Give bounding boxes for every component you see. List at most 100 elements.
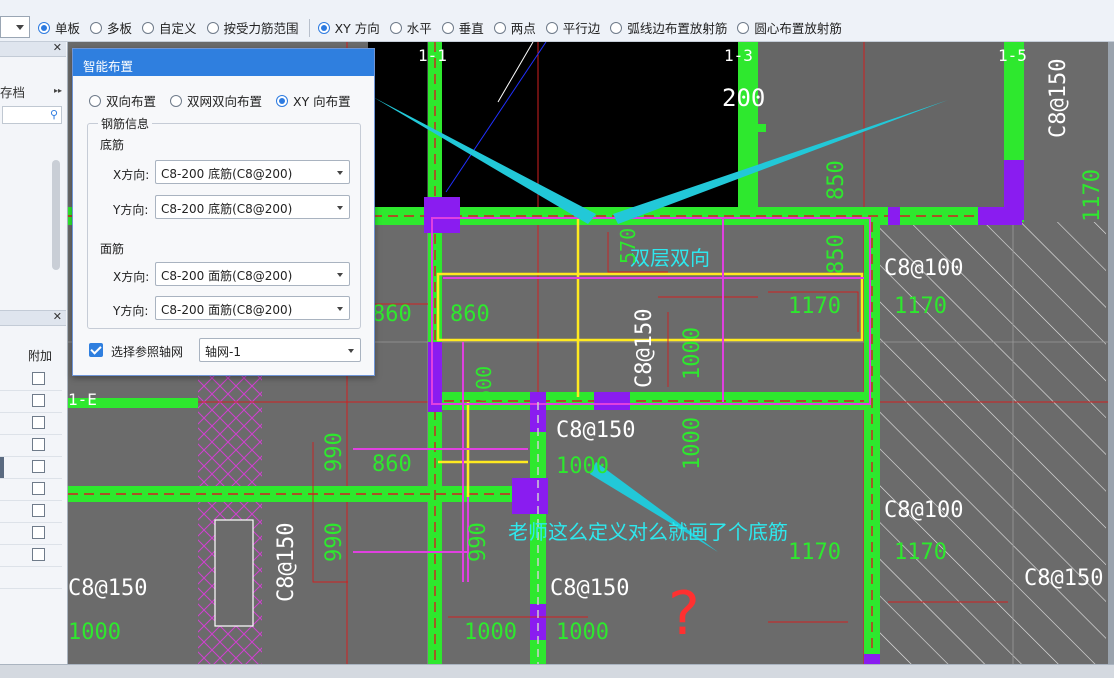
y-direction-label: Y方向: (113, 304, 149, 318)
hatched-slab (880, 222, 1106, 664)
mode-two-way[interactable]: 双向布置 (89, 91, 156, 110)
table-row (0, 523, 62, 545)
search-icon[interactable]: ⚲ (50, 108, 58, 121)
top-toolbar: 单板 多板 自定义 按受力筋范围 XY 方向 水平 垂直 两点 平行边 弧线边布… (0, 0, 1114, 42)
table-row (0, 545, 62, 567)
annotation-question: 老师这么定义对么就画了个底筋 (508, 520, 788, 544)
radio-icon (610, 21, 623, 34)
top-x-select[interactable]: C8-200 面筋(C8@200) (155, 262, 350, 286)
dim-label: 1000 (68, 620, 121, 645)
bottom-rebar-heading: 底筋 (100, 138, 125, 152)
top-dimension: 200 (722, 84, 766, 112)
question-mark: ? (668, 579, 700, 649)
option-xy-direction[interactable]: XY 方向 (317, 18, 380, 37)
wall-label-box (214, 519, 254, 627)
option-center-radial[interactable]: 圆心布置放射筋 (737, 18, 842, 37)
close-icon[interactable]: ✕ (53, 310, 62, 323)
mode-xy[interactable]: XY 向布置 (276, 91, 351, 110)
x-direction-label: X方向: (113, 270, 150, 284)
axis-label-1-E: 1-E (68, 390, 97, 409)
dim-label: 990 (322, 432, 347, 472)
reference-grid-checkbox[interactable] (89, 343, 103, 357)
table-row (0, 501, 62, 523)
rebar-label: C8@150 (68, 576, 148, 601)
grid-select[interactable]: 轴网-1 (199, 338, 361, 362)
checkbox[interactable] (32, 460, 45, 473)
dim-label: 990 (322, 522, 347, 562)
dim-label: 1170 (788, 540, 841, 565)
panel-header: ✕ (0, 41, 66, 57)
dim-label: 1170 (1080, 169, 1105, 222)
table-row (0, 435, 62, 457)
save-button[interactable]: 存档 (0, 82, 25, 101)
option-two-points[interactable]: 两点 (493, 18, 536, 37)
radio-icon (389, 21, 402, 34)
checkbox[interactable] (32, 416, 45, 429)
panel-header-2: ✕ (0, 310, 66, 326)
rebar-info-group: 钢筋信息 底筋 X方向: C8-200 底筋(C8@200) Y方向: C8-2… (87, 115, 361, 329)
dim-label: 1000 (680, 327, 705, 380)
dim-label: 860 (372, 302, 412, 327)
dim-label: 850 (824, 234, 849, 274)
top-y-select[interactable]: C8-200 面筋(C8@200) (155, 296, 350, 320)
dim-label: 600 (472, 365, 496, 402)
radio-icon (317, 21, 330, 34)
expand-icon[interactable]: ▸▸ (54, 86, 62, 95)
rebar-label: C8@150 (556, 418, 636, 443)
table-row (0, 369, 62, 391)
checkbox[interactable] (32, 526, 45, 539)
bottom-y-select[interactable]: C8-200 底筋(C8@200) (155, 195, 350, 219)
checkbox[interactable] (32, 504, 45, 517)
checkbox[interactable] (32, 482, 45, 495)
dim-label: 1170 (894, 540, 947, 565)
checkbox[interactable] (32, 372, 45, 385)
option-by-range[interactable]: 按受力筋范围 (206, 18, 299, 37)
top-rebar-heading: 面筋 (100, 242, 125, 256)
option-single-board[interactable]: 单板 (38, 18, 80, 37)
option-parallel-edge[interactable]: 平行边 (545, 18, 600, 37)
mode-double-net[interactable]: 双网双向布置 (170, 91, 262, 110)
annotation-double-layer: 双层双向 (630, 246, 710, 270)
option-custom[interactable]: 自定义 (142, 18, 197, 37)
table-row (0, 391, 62, 413)
row-selector[interactable] (0, 457, 4, 478)
dim-label: 850 (824, 160, 849, 200)
layer-dropdown[interactable] (0, 16, 30, 38)
option-horizontal[interactable]: 水平 (389, 18, 432, 37)
dialog-title: 智能布置 (83, 59, 134, 74)
table-row (0, 567, 62, 589)
option-vertical[interactable]: 垂直 (441, 18, 484, 37)
axis-label-1-5: 1-5 (998, 46, 1027, 65)
bottom-x-select[interactable]: C8-200 底筋(C8@200) (155, 160, 350, 184)
close-icon[interactable]: ✕ (53, 41, 62, 54)
radio-icon (90, 21, 103, 34)
grey-region (738, 42, 1004, 207)
checkbox[interactable] (32, 394, 45, 407)
checkbox[interactable] (32, 438, 45, 451)
rebar-label: C8@150 (550, 576, 630, 601)
scrollbar[interactable] (52, 160, 60, 270)
reference-grid-label: 选择参照轴网 (111, 345, 184, 359)
rebar-label-vertical: C8@150 (632, 308, 657, 388)
dim-label: 1000 (556, 454, 609, 479)
radio-icon (142, 21, 155, 34)
dialog-title-bar[interactable]: 智能布置 (73, 49, 374, 76)
option-multi-board[interactable]: 多板 (90, 18, 132, 37)
dim-label: 1000 (556, 620, 609, 645)
dim-label: 570 (616, 227, 640, 264)
right-scroll-strip[interactable] (1108, 42, 1114, 664)
radio-icon (441, 21, 454, 34)
dim-label: 1170 (788, 294, 841, 319)
radio-icon (89, 94, 101, 107)
x-direction-label: X方向: (113, 168, 150, 182)
left-side-panel: ✕ 存档 ▸▸ ⚲ ✕ 附加 (0, 41, 68, 667)
smart-placement-dialog: 智能布置 双向布置 双网双向布置 XY 向布置 钢筋信息 底筋 X方向: C8-… (72, 48, 375, 376)
rebar-label: C8@100 (884, 256, 964, 281)
search-input[interactable]: ⚲ (2, 106, 62, 124)
radio-icon (276, 94, 288, 107)
axis-label-1-3: 1-3 (724, 46, 753, 65)
option-arc-radial[interactable]: 弧线边布置放射筋 (610, 18, 727, 37)
column-header: 附加 (28, 349, 53, 363)
checkbox[interactable] (32, 548, 45, 561)
dim-label: 860 (372, 452, 412, 477)
